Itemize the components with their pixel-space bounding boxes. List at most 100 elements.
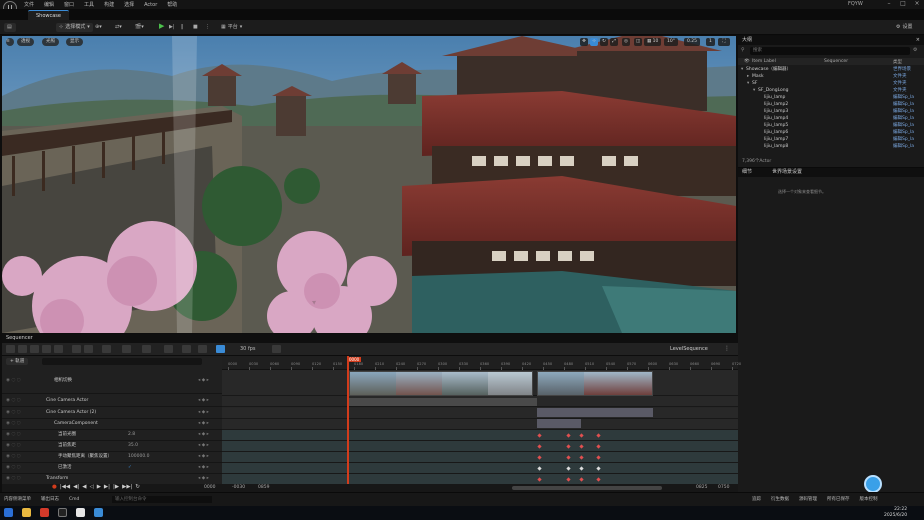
cinematics-icon[interactable]: 🎬▾ <box>132 23 147 32</box>
explorer-icon[interactable] <box>22 508 31 517</box>
cmd-button[interactable]: Cmd <box>69 497 79 502</box>
track-visibility-icon[interactable]: ◉ ◌ ◌ <box>6 430 21 440</box>
menu-build[interactable]: 构建 <box>104 1 114 8</box>
play-step-icon[interactable]: ▶| <box>166 23 178 32</box>
expand-arrow-icon[interactable]: ▾ <box>741 66 743 73</box>
step-back-icon[interactable]: ◀ <box>82 484 86 490</box>
viewport-menu-icon[interactable]: ≡ <box>6 38 14 46</box>
outliner-row[interactable]: lijiu_lamp4 编辑Sp_la <box>738 115 924 122</box>
fps-select[interactable]: 30 fps <box>240 346 256 352</box>
camera-component-section[interactable] <box>537 419 581 428</box>
menu-window[interactable]: 窗口 <box>64 1 74 8</box>
key-nav-icon[interactable]: ◂ ◆ ▸ <box>198 419 209 429</box>
pencil-icon[interactable] <box>198 345 207 353</box>
tab-showcase[interactable]: Showcase <box>28 10 69 20</box>
col-type[interactable]: 类型 <box>893 59 902 65</box>
track-value[interactable]: 100000.0 <box>128 452 149 462</box>
track-row[interactable]: ◉ ◌ ◌ 当前光圈 2.8 ◂ ◆ ▸ <box>2 430 222 441</box>
jump-end-icon[interactable]: ▶▶| <box>122 484 132 490</box>
menu-file[interactable]: 文件 <box>24 1 34 8</box>
feishu-icon[interactable] <box>94 508 103 517</box>
move-tool-icon[interactable]: ✥ <box>580 38 588 46</box>
outliner-title[interactable]: 大纲 <box>742 36 752 45</box>
key-nav-icon[interactable]: ◂ ◆ ▸ <box>198 368 209 394</box>
world-local-icon[interactable]: ◎ <box>622 38 630 46</box>
key-nav-icon[interactable]: ◂ ◆ ▸ <box>198 396 209 406</box>
expand-arrow-icon[interactable]: ▸ <box>747 73 749 80</box>
camera-1-section[interactable] <box>349 398 537 406</box>
track-visibility-icon[interactable]: ◉ ◌ ◌ <box>6 396 21 406</box>
view-options-icon[interactable] <box>122 345 131 353</box>
save-sequence-icon[interactable] <box>6 345 15 353</box>
timeline-lane[interactable] <box>222 419 738 430</box>
clock[interactable]: 22:22 2025/6/20 <box>884 507 907 519</box>
grid-snap-value[interactable]: ▦ 10 <box>644 38 662 46</box>
key-nav-icon[interactable]: ◂ ◆ ▸ <box>198 452 209 462</box>
menu-select[interactable]: 选择 <box>124 1 134 8</box>
source-control-button[interactable]: 源码管理 <box>799 496 817 502</box>
wps-icon[interactable] <box>40 508 49 517</box>
add-track-button[interactable]: + 轨道 <box>6 358 29 365</box>
track-row[interactable]: ◉ ◌ ◌ Cine Camera Actor (2) ◂ ◆ ▸ <box>2 408 222 419</box>
outliner-search-input[interactable]: 搜索 <box>750 47 910 55</box>
trace-button[interactable]: 追踪 <box>752 496 761 502</box>
outliner-row[interactable]: lijiu_lamp7 编辑Sp_la <box>738 136 924 143</box>
maximize-viewport-icon[interactable]: ⛶ <box>718 38 730 46</box>
playhead[interactable] <box>347 356 349 484</box>
view-end[interactable]: 0750 <box>718 485 729 490</box>
camera-speed-value[interactable]: 1 <box>706 38 715 46</box>
blueprint-icon[interactable]: ⇄▾ <box>112 23 125 32</box>
track-visibility-icon[interactable]: ◉ ◌ ◌ <box>6 408 21 418</box>
key-nav-icon[interactable]: ◂ ◆ ▸ <box>198 441 209 451</box>
prev-key-icon[interactable]: ◀| <box>73 484 79 490</box>
timeline-lane[interactable] <box>222 430 738 441</box>
menu-help[interactable]: 帮助 <box>167 1 177 8</box>
camera-2-section[interactable] <box>537 408 653 417</box>
track-value[interactable]: ✓ <box>128 463 132 473</box>
settings-button[interactable]: ⚙ 设置 <box>893 23 916 32</box>
key-nav-icon[interactable]: ◂ ◆ ▸ <box>198 474 209 484</box>
step-forward-icon[interactable]: ▶| <box>104 484 110 490</box>
track-row[interactable]: ◉ ◌ ◌ 已激活 ✓ ◂ ◆ ▸ <box>2 463 222 474</box>
loop-icon[interactable]: ↻ <box>135 484 140 490</box>
close-icon[interactable]: × <box>912 0 922 8</box>
track-visibility-icon[interactable]: ◉ ◌ ◌ <box>6 452 21 462</box>
content-drawer-button[interactable]: 内容侧滑菜单 <box>4 496 31 502</box>
play-options-icon[interactable]: ⋮ <box>202 23 213 32</box>
track-visibility-icon[interactable]: ◉ ◌ ◌ <box>6 441 21 451</box>
app-icon[interactable] <box>76 508 85 517</box>
maximize-icon[interactable]: □ <box>898 0 908 8</box>
unreal-icon[interactable] <box>58 508 67 517</box>
key-nav-icon[interactable]: ◂ ◆ ▸ <box>198 463 209 473</box>
track-search-input[interactable] <box>42 358 202 365</box>
transform-icon[interactable] <box>102 345 111 353</box>
outliner-row[interactable]: lijiu_lamp2 编辑Sp_la <box>738 101 924 108</box>
level-viewport[interactable]: ≡ 透视 光照 显示 ✥ ⊹ ↻ ⤢ ◎ ◫ ▦ 10 10° 0.25 1 ⛶ <box>2 36 736 333</box>
col-label[interactable]: Item Label <box>752 59 776 64</box>
console-input[interactable]: 输入控制台命令 <box>112 496 212 503</box>
track-value[interactable]: 35.0 <box>128 441 138 451</box>
outliner-row[interactable]: lijiu_lamp 编辑Sp_la <box>738 94 924 101</box>
track-row[interactable]: ◉ ◌ ◌ 相机切换 ◂ ◆ ▸ <box>2 368 222 394</box>
sequence-settings-icon[interactable]: ⋮ <box>724 345 730 352</box>
next-key-icon[interactable]: |▶ <box>113 484 119 490</box>
current-frame[interactable]: 0000 <box>204 485 215 490</box>
pause-icon[interactable]: ‖ <box>178 23 187 32</box>
all-saved-button[interactable]: 所有已保存 <box>827 496 850 502</box>
outliner-row[interactable]: ▾ SF 文件夹 <box>738 80 924 87</box>
timeline-lane[interactable] <box>222 452 738 463</box>
angle-snap-value[interactable]: 10° <box>664 38 678 46</box>
timeline-lane[interactable] <box>222 474 738 485</box>
stop-icon[interactable]: ■ <box>190 23 201 32</box>
show-button[interactable]: 显示 <box>66 38 83 46</box>
track-visibility-icon[interactable]: ◉ ◌ ◌ <box>6 368 21 394</box>
camera-lock-icon[interactable] <box>84 345 93 353</box>
select-tool-icon[interactable]: ⊹ <box>590 38 598 46</box>
track-visibility-icon[interactable]: ◉ ◌ ◌ <box>6 463 21 473</box>
edit-tool-icon[interactable] <box>54 345 63 353</box>
play-forward-icon[interactable]: ▶ <box>97 484 101 490</box>
track-row[interactable]: ◉ ◌ ◌ CameraComponent ◂ ◆ ▸ <box>2 419 222 430</box>
filter-icon[interactable]: ⚲ <box>741 47 745 53</box>
derived-data-button[interactable]: 衍生数据 <box>771 496 789 502</box>
menu-actor[interactable]: Actor <box>144 2 157 8</box>
